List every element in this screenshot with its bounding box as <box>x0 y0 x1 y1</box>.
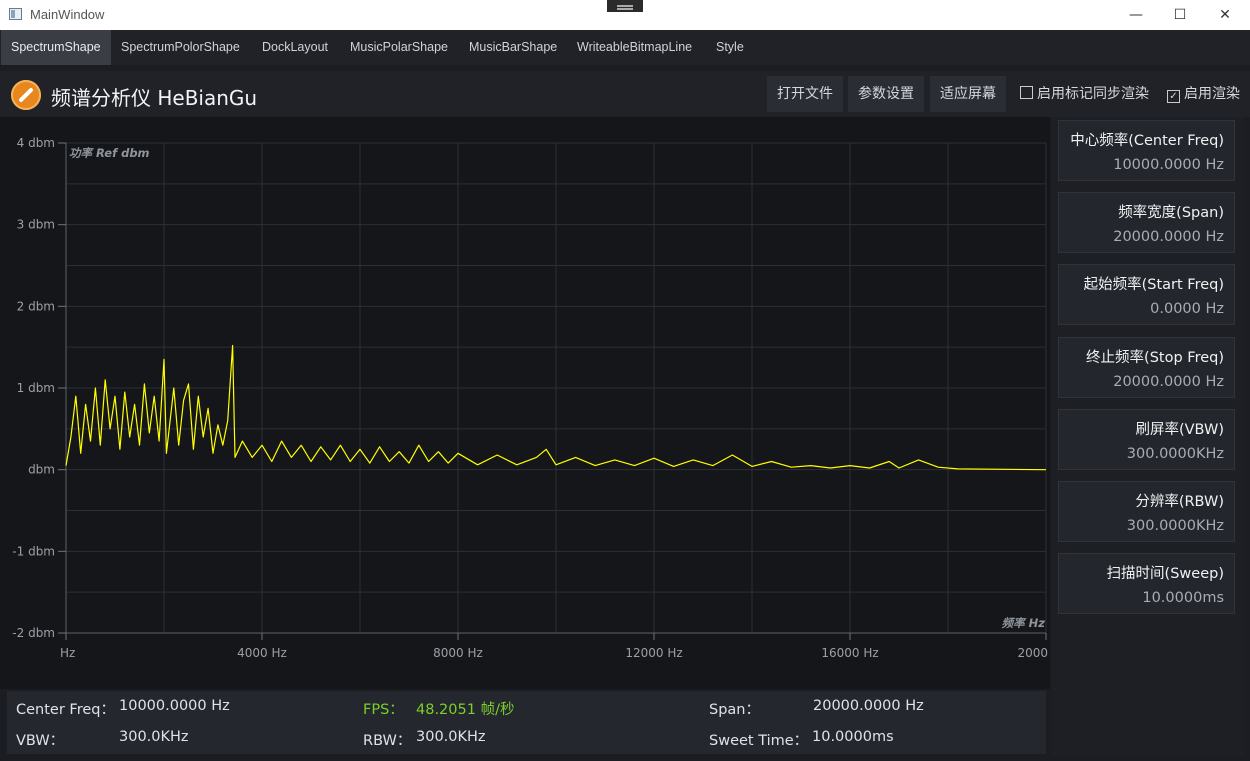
param-value: 300.0000KHz <box>1126 518 1224 534</box>
tab-dock-layout[interactable]: DockLayout <box>252 30 338 65</box>
x-axis-title: 频率 Hz <box>1002 616 1046 630</box>
sync-marker-label: 启用标记同步渲染 <box>1037 86 1149 102</box>
rbw-value: 300.0KHz <box>416 729 486 745</box>
y-tick-label: -2 dbm <box>12 626 55 640</box>
y-tick-label: 2 dbm <box>17 299 55 313</box>
x-tick-label: 4000 Hz <box>237 646 287 660</box>
param-label: 终止频率(Stop Freq) <box>1086 350 1224 366</box>
tab-music-bar-shape[interactable]: MusicBarShape <box>459 30 567 65</box>
param-card-sweep[interactable]: 扫描时间(Sweep) 10.0000ms <box>1058 553 1235 614</box>
center-freq-label: Center Freq： <box>16 702 115 718</box>
x-tick-label: 8000 Hz <box>433 646 483 660</box>
enable-render-checkbox[interactable]: ✓ 启用渲染 <box>1167 83 1240 103</box>
param-label: 频率宽度(Span) <box>1118 205 1224 221</box>
vbw-value: 300.0KHz <box>119 729 189 745</box>
fit-screen-button[interactable]: 适应屏幕 <box>930 76 1006 112</box>
tab-writeable-bitmap-line[interactable]: WriteableBitmapLine <box>567 30 702 65</box>
app-header: 频谱分析仪 HeBianGu 打开文件 参数设置 适应屏幕 启用标记同步渲染 ✓… <box>0 71 1250 117</box>
param-value: 300.0000KHz <box>1126 446 1224 462</box>
chart-grid <box>65 142 1047 634</box>
param-card-vbw[interactable]: 刷屏率(VBW) 300.0000KHz <box>1058 409 1235 470</box>
sweep-value: 10.0000ms <box>812 729 894 745</box>
tab-bar: SpectrumShape SpectrumPolorShape DockLay… <box>0 30 1250 65</box>
sweep-label: Sweet Time： <box>709 733 809 749</box>
param-label: 起始频率(Start Freq) <box>1083 277 1224 293</box>
y-axis-title: 功率 Ref dbm <box>69 146 150 160</box>
maximize-button[interactable]: ☐ <box>1157 0 1203 30</box>
y-tick-label: 4 dbm <box>17 136 55 150</box>
close-button[interactable]: ✕ <box>1202 0 1248 30</box>
tab-music-polar-shape[interactable]: MusicPolarShape <box>340 30 458 65</box>
param-card-start-freq[interactable]: 起始频率(Start Freq) 0.0000 Hz <box>1058 264 1235 325</box>
x-tick-label: Hz <box>60 646 75 660</box>
param-label: 分辨率(RBW) <box>1135 494 1224 510</box>
x-tick-label: 2000 <box>1017 646 1048 660</box>
rbw-label: RBW： <box>363 733 412 749</box>
param-card-rbw[interactable]: 分辨率(RBW) 300.0000KHz <box>1058 481 1235 542</box>
drag-grip-icon[interactable] <box>607 0 643 12</box>
checkbox-checked-icon: ✓ <box>1167 90 1180 103</box>
param-card-stop-freq[interactable]: 终止频率(Stop Freq) 20000.0000 Hz <box>1058 337 1235 398</box>
settings-button[interactable]: 参数设置 <box>848 76 924 112</box>
param-label: 中心频率(Center Freq) <box>1070 133 1224 149</box>
parameter-panel: 中心频率(Center Freq) 10000.0000 Hz 频率宽度(Spa… <box>1052 117 1244 757</box>
fps-value: 48.2051 帧/秒 <box>416 702 515 718</box>
x-tick-label: 16000 Hz <box>821 646 878 660</box>
app-logo-icon <box>11 80 41 110</box>
param-value: 20000.0000 Hz <box>1113 374 1224 390</box>
spectrum-chart[interactable]: 4 dbm 3 dbm 2 dbm 1 dbm dbm -1 dbm -2 dbm Hz 40… <box>0 117 1050 689</box>
center-freq-value: 10000.0000 Hz <box>119 698 230 714</box>
window-titlebar: MainWindow — ☐ ✕ <box>0 0 1250 30</box>
open-file-button[interactable]: 打开文件 <box>767 76 843 112</box>
fps-label: FPS： <box>363 702 404 718</box>
tab-style[interactable]: Style <box>706 30 754 65</box>
page-title: 频谱分析仪 HeBianGu <box>51 86 258 110</box>
spectrum-chart-svg[interactable]: 4 dbm 3 dbm 2 dbm 1 dbm dbm -1 dbm -2 dbm Hz 40… <box>0 117 1050 689</box>
y-tick-label: -1 dbm <box>12 544 55 558</box>
param-card-span[interactable]: 频率宽度(Span) 20000.0000 Hz <box>1058 192 1235 253</box>
minimize-button[interactable]: — <box>1113 0 1159 30</box>
param-value: 10000.0000 Hz <box>1113 157 1224 173</box>
y-axis-ticks: 4 dbm 3 dbm 2 dbm 1 dbm dbm -1 dbm -2 dbm <box>12 136 66 640</box>
x-tick-label: 12000 Hz <box>625 646 682 660</box>
span-label: Span： <box>709 702 760 718</box>
app-window-icon <box>9 8 22 20</box>
y-tick-label: 1 dbm <box>17 381 55 395</box>
status-bar: Center Freq： 10000.0000 Hz FPS： 48.2051 … <box>7 691 1046 754</box>
window-title: MainWindow <box>30 7 105 22</box>
tab-spectrum-shape[interactable]: SpectrumShape <box>1 30 111 65</box>
vbw-label: VBW： <box>16 733 65 749</box>
param-label: 扫描时间(Sweep) <box>1106 566 1224 582</box>
tab-spectrum-polor-shape[interactable]: SpectrumPolorShape <box>111 30 250 65</box>
sync-marker-checkbox[interactable]: 启用标记同步渲染 <box>1020 83 1149 103</box>
checkbox-unchecked-icon <box>1020 86 1033 99</box>
param-value: 20000.0000 Hz <box>1113 229 1224 245</box>
y-tick-label: 3 dbm <box>17 218 55 232</box>
param-value: 10.0000ms <box>1142 590 1224 606</box>
param-label: 刷屏率(VBW) <box>1135 422 1224 438</box>
x-axis-ticks: Hz 4000 Hz 8000 Hz 12000 Hz 16000 Hz 2000 <box>60 633 1048 660</box>
param-value: 0.0000 Hz <box>1150 301 1224 317</box>
param-card-center-freq[interactable]: 中心频率(Center Freq) 10000.0000 Hz <box>1058 120 1235 181</box>
y-tick-label: dbm <box>28 463 55 477</box>
enable-render-label: 启用渲染 <box>1184 86 1240 102</box>
span-value: 20000.0000 Hz <box>813 698 924 714</box>
